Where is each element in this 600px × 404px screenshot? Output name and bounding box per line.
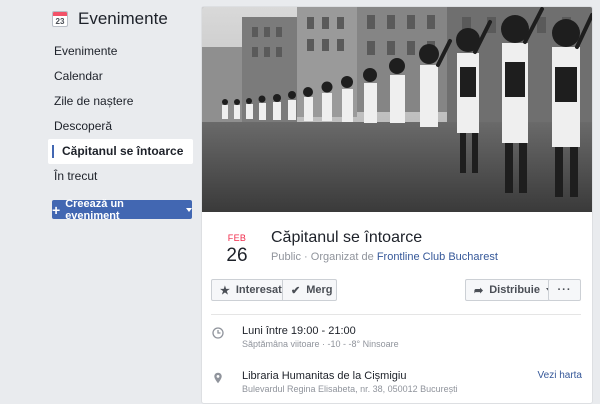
separator-dot: · [304,251,311,263]
interested-label: Interesat [235,284,282,296]
sidebar-item-past[interactable]: În trecut [48,164,193,189]
share-icon: ➦ [474,284,484,297]
create-event-button[interactable]: + Creează un eveniment [52,197,192,222]
divider [211,314,581,315]
check-icon: ✔ [291,284,301,297]
calendar-icon: 23 [52,11,68,27]
create-event-label: Creează un eveniment [65,197,124,222]
event-organizer-link[interactable]: Frontline Club Bucharest [377,251,498,263]
more-options-button[interactable]: ··· [548,279,581,301]
pin-icon [214,372,222,384]
event-card: FEB 26 Căpitanul se întoarce Public · Or… [201,6,593,404]
plus-icon: + [52,201,61,218]
event-organized-prefix: Organizat de [310,251,374,263]
sidebar: 23 Evenimente Evenimente Calendar Zile d… [0,0,200,404]
interested-button[interactable]: ★ Interesat [211,279,283,301]
event-location[interactable]: Libraria Humanitas de la Cișmigiu [242,370,406,382]
event-date: FEB 26 [222,233,252,267]
sidebar-header[interactable]: 23 Evenimente [52,8,168,30]
sidebar-item-discover[interactable]: Descoperă [48,114,193,139]
sidebar-item-events[interactable]: Evenimente [48,39,193,64]
chevron-down-icon [186,207,192,212]
calendar-icon-number: 23 [55,17,65,26]
event-time-row[interactable]: Luni între 19:00 - 21:00 Săptămâna viito… [212,325,582,355]
event-location-row[interactable]: Libraria Humanitas de la Cișmigiu Buleva… [212,370,582,400]
sidebar-item-current-event[interactable]: Căpitanul se întoarce [48,139,193,164]
event-time-detail: Săptămâna viitoare · -10 - -8° Ninsoare [242,339,399,349]
sidebar-item-birthdays[interactable]: Zile de naștere [48,89,193,114]
share-label: Distribuie [489,284,540,296]
event-subtitle: Public · Organizat de Frontline Club Buc… [271,251,498,263]
sidebar-item-calendar[interactable]: Calendar [48,64,193,89]
sidebar-title[interactable]: Evenimente [78,9,168,29]
going-label: Merg [306,284,333,296]
share-button[interactable]: ➦ Distribuie [465,279,552,301]
event-title: Căpitanul se întoarce [271,229,423,246]
event-time[interactable]: Luni între 19:00 - 21:00 [242,325,356,337]
event-date-month: FEB [227,233,247,243]
event-cover-photo[interactable] [202,7,592,212]
event-address: Bulevardul Regina Elisabeta, nr. 38, 050… [242,384,458,394]
clock-icon [212,327,224,339]
cover-photo-image [202,7,592,212]
going-button[interactable]: ✔ Merg [282,279,337,301]
event-date-day: 26 [226,245,248,266]
star-icon: ★ [220,284,230,297]
view-map-link[interactable]: Vezi harta [538,370,582,381]
event-privacy: Public [271,251,301,263]
sidebar-nav: Evenimente Calendar Zile de naștere Desc… [48,39,193,189]
